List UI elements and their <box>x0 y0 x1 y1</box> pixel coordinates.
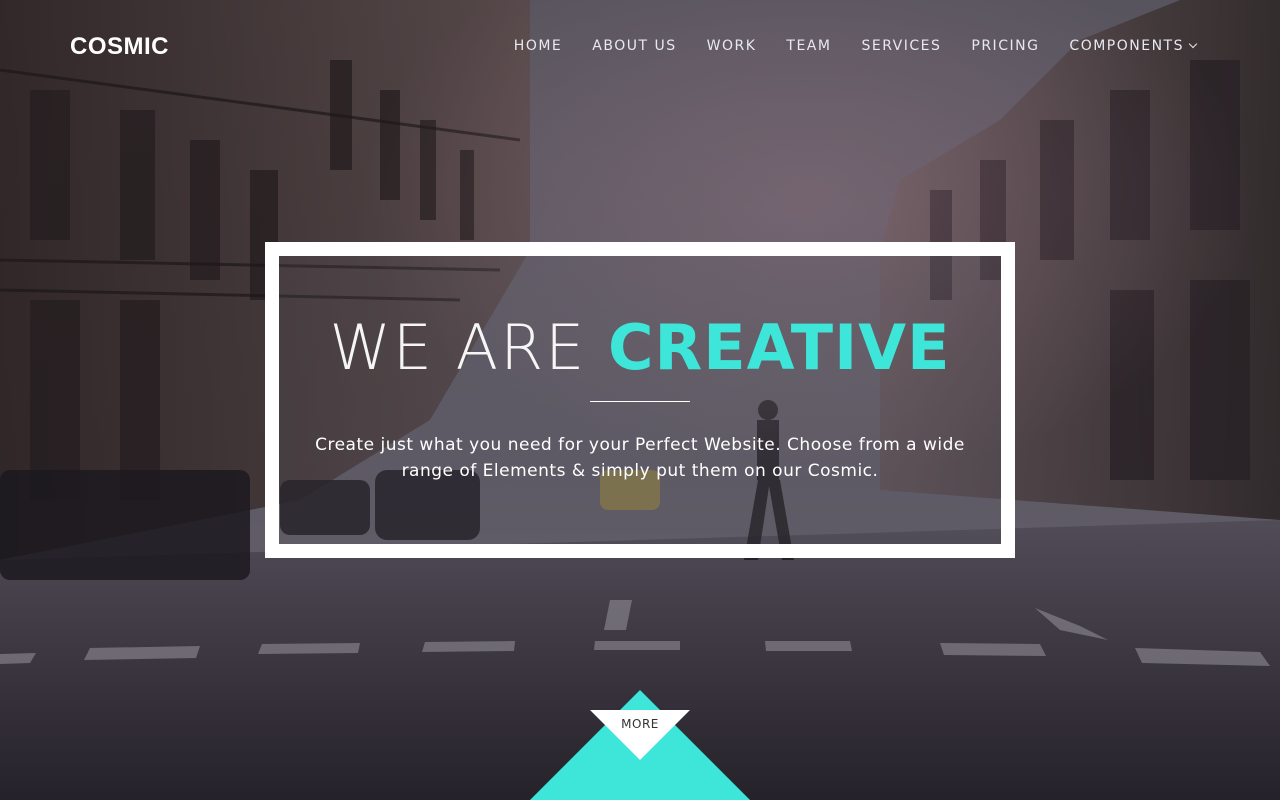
nav-item-work[interactable]: WORK <box>707 38 757 54</box>
nav-item-components[interactable]: COMPONENTS <box>1069 38 1198 54</box>
nav-item-home[interactable]: HOME <box>514 38 562 54</box>
more-button[interactable]: MORE <box>530 717 750 731</box>
hero-section: COSMIC HOME ABOUT US WORK TEAM SERVICES … <box>0 0 1280 800</box>
headline-accent-text: CREATIVE <box>608 311 951 384</box>
nav-item-label: SERVICES <box>861 38 942 54</box>
nav-item-label: PRICING <box>971 38 1040 54</box>
nav-item-label: HOME <box>513 38 563 54</box>
nav-item-label: COMPONENTS <box>1069 38 1184 54</box>
description-line: range of Elements & simply put them on o… <box>401 461 879 481</box>
description-line: Create just what you need for your Perfe… <box>315 435 965 455</box>
nav-item-label: ABOUT US <box>592 38 677 54</box>
nav-item-team[interactable]: TEAM <box>786 38 831 54</box>
hero-description: Create just what you need for your Perfe… <box>303 432 977 484</box>
nav-item-label: TEAM <box>786 38 832 54</box>
more-triangle-shape <box>530 690 750 800</box>
nav-item-pricing[interactable]: PRICING <box>971 38 1039 54</box>
chevron-down-icon <box>1188 39 1198 49</box>
more-section: MORE <box>530 690 750 800</box>
headline-light-text: WE ARE <box>329 311 609 384</box>
brand-logo[interactable]: COSMIC <box>70 33 169 61</box>
nav-item-services[interactable]: SERVICES <box>861 38 941 54</box>
hero-frame-inner <box>279 256 1001 544</box>
main-nav: HOME ABOUT US WORK TEAM SERVICES PRICING… <box>484 38 1198 54</box>
nav-item-label: WORK <box>706 38 757 54</box>
hero-headline: WE ARE CREATIVE <box>279 310 1001 386</box>
nav-item-about-us[interactable]: ABOUT US <box>592 38 676 54</box>
hero-frame: WE ARE CREATIVE Create just what you nee… <box>265 242 1015 558</box>
headline-divider <box>590 401 690 402</box>
